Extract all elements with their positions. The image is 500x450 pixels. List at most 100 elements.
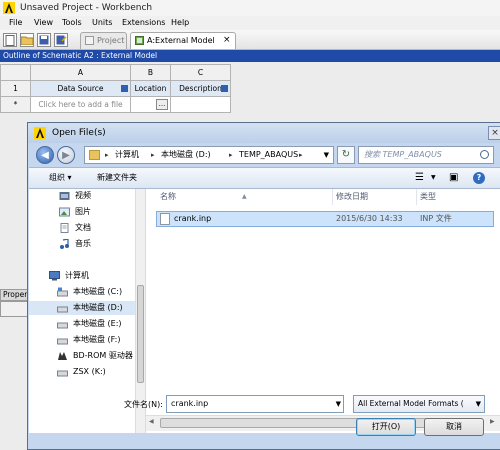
file-row[interactable]: crank.inp 2015/6/30 14:33 INP 文件 bbox=[156, 211, 494, 227]
arrow-right-icon: ▶ bbox=[62, 149, 70, 161]
file-type-filter-select[interactable]: All External Model Formats ( ▼ bbox=[353, 395, 485, 413]
menubar: File View Tools Units Extensions Help bbox=[0, 16, 500, 30]
file-name: crank.inp bbox=[174, 214, 212, 223]
nav-item-drive-d[interactable]: 本地磁盘 (D:) bbox=[29, 301, 135, 315]
refresh-icon: ↻ bbox=[341, 149, 351, 160]
tab-project[interactable]: Project bbox=[80, 32, 127, 49]
toolbar: Project A:External Model × bbox=[0, 30, 500, 50]
video-icon bbox=[59, 192, 70, 200]
forward-button[interactable]: ▶ bbox=[57, 146, 75, 164]
window-title: Unsaved Project - Workbench bbox=[20, 3, 153, 13]
chevron-right-icon[interactable]: ▸ bbox=[229, 147, 233, 163]
description-cell[interactable] bbox=[170, 96, 231, 113]
ansys-logo-icon bbox=[34, 127, 46, 139]
scroll-right-icon[interactable]: ▶ bbox=[490, 418, 495, 425]
menu-view[interactable]: View bbox=[34, 16, 53, 30]
menu-units[interactable]: Units bbox=[92, 16, 112, 30]
open-project-button[interactable] bbox=[20, 33, 34, 47]
description-header[interactable]: Description bbox=[170, 80, 231, 97]
location-header[interactable]: Location bbox=[130, 80, 171, 97]
drive-icon bbox=[57, 322, 68, 329]
chevron-right-icon[interactable]: ▸ bbox=[151, 147, 155, 163]
documents-icon bbox=[60, 223, 69, 233]
new-project-button[interactable] bbox=[3, 33, 17, 47]
preview-pane-icon[interactable]: ▣ bbox=[449, 168, 458, 188]
save-as-icon bbox=[56, 35, 67, 45]
open-button[interactable]: 打开(O) bbox=[356, 418, 416, 436]
chevron-down-icon[interactable]: ▼ bbox=[324, 147, 329, 163]
music-icon bbox=[60, 239, 69, 249]
menu-extensions[interactable]: Extensions bbox=[122, 16, 165, 30]
cancel-button[interactable]: 取消 bbox=[424, 418, 484, 436]
filter-dropdown-icon[interactable] bbox=[221, 85, 228, 92]
window-titlebar: Unsaved Project - Workbench bbox=[0, 0, 500, 16]
outline-table: A B C 1 Data Source Location Description… bbox=[0, 64, 231, 113]
dialog-close-button[interactable]: × bbox=[488, 126, 500, 140]
chevron-right-icon[interactable]: ▸ bbox=[299, 147, 303, 163]
table-row: 1 Data Source Location Description bbox=[0, 80, 231, 97]
pictures-icon bbox=[59, 207, 70, 217]
row-number: 1 bbox=[0, 80, 31, 97]
chevron-down-icon[interactable]: ▼ bbox=[431, 168, 436, 188]
scroll-left-icon[interactable]: ◀ bbox=[149, 418, 154, 425]
column-header-type[interactable]: 类型 bbox=[420, 189, 436, 205]
address-row: ◀ ▶ ▸ 计算机 ▸ 本地磁盘 (D:) ▸ TEMP_ABAQUS ▸ ▼ … bbox=[28, 143, 500, 167]
column-divider[interactable] bbox=[332, 189, 333, 205]
help-icon[interactable]: ? bbox=[473, 172, 485, 184]
drive-icon bbox=[57, 370, 68, 377]
browse-button[interactable]: ... bbox=[156, 99, 168, 110]
column-header-modified[interactable]: 修改日期 bbox=[336, 189, 368, 205]
outline-panel-title: Outline of Schematic A2 : External Model bbox=[0, 50, 500, 62]
project-icon bbox=[85, 36, 94, 45]
external-model-icon bbox=[135, 36, 144, 45]
search-input[interactable]: 搜索 TEMP_ABAQUS bbox=[358, 146, 494, 164]
navigation-scroll-thumb[interactable] bbox=[137, 285, 144, 383]
file-type: INP 文件 bbox=[420, 214, 452, 223]
chevron-down-icon[interactable]: ▼ bbox=[476, 396, 481, 412]
file-modified: 2015/6/30 14:33 bbox=[336, 214, 403, 223]
address-bar[interactable]: ▸ 计算机 ▸ 本地磁盘 (D:) ▸ TEMP_ABAQUS ▸ ▼ bbox=[84, 146, 334, 164]
back-button[interactable]: ◀ bbox=[36, 146, 54, 164]
save-as-button[interactable] bbox=[54, 33, 68, 47]
ansys-logo-icon bbox=[3, 2, 15, 14]
view-options-icon[interactable]: ☰ bbox=[415, 168, 424, 188]
open-file-dialog: Open File(s) × ◀ ▶ ▸ 计算机 ▸ 本地磁盘 (D:) ▸ T… bbox=[27, 122, 500, 450]
column-letter-c[interactable]: C bbox=[170, 64, 231, 81]
folder-icon bbox=[89, 150, 100, 160]
filter-dropdown-icon[interactable] bbox=[121, 85, 128, 92]
dialog-title: Open File(s) bbox=[52, 128, 106, 138]
column-letter-b[interactable]: B bbox=[130, 64, 171, 81]
new-row-marker: * bbox=[0, 96, 31, 113]
sort-ascending-icon: ▲ bbox=[242, 193, 247, 200]
file-icon bbox=[160, 213, 170, 225]
corner-cell bbox=[0, 64, 31, 81]
save-button[interactable] bbox=[37, 33, 51, 47]
arrow-left-icon: ◀ bbox=[41, 149, 49, 161]
breadcrumb-drive-d[interactable]: 本地磁盘 (D:) bbox=[161, 147, 211, 163]
tab-close-icon[interactable]: × bbox=[223, 33, 231, 48]
column-header-name[interactable]: 名称 bbox=[160, 189, 176, 205]
refresh-button[interactable]: ↻ bbox=[337, 146, 355, 164]
breadcrumb-computer[interactable]: 计算机 bbox=[115, 147, 139, 163]
tab-external-model[interactable]: A:External Model × bbox=[130, 32, 236, 49]
chevron-down-icon[interactable]: ▼ bbox=[336, 396, 341, 412]
menu-tools[interactable]: Tools bbox=[62, 16, 82, 30]
breadcrumb-temp-abaqus[interactable]: TEMP_ABAQUS bbox=[239, 147, 298, 163]
organize-menu[interactable]: 组织 ▾ bbox=[49, 168, 72, 188]
column-divider[interactable] bbox=[416, 189, 417, 205]
filename-input[interactable]: crank.inp ▼ bbox=[166, 395, 344, 413]
menu-help[interactable]: Help bbox=[171, 16, 189, 30]
chevron-right-icon[interactable]: ▸ bbox=[105, 147, 109, 163]
data-source-header[interactable]: Data Source bbox=[30, 80, 131, 97]
column-letter-a[interactable]: A bbox=[30, 64, 131, 81]
menu-file[interactable]: File bbox=[9, 16, 22, 30]
add-file-cell[interactable]: Click here to add a file bbox=[30, 96, 131, 113]
drive-icon bbox=[57, 287, 68, 297]
dialog-titlebar: Open File(s) × bbox=[28, 123, 500, 143]
drive-icon bbox=[57, 306, 68, 313]
optical-drive-icon bbox=[58, 352, 67, 360]
location-cell[interactable]: ... bbox=[130, 96, 171, 113]
new-folder-button[interactable]: 新建文件夹 bbox=[97, 168, 137, 188]
search-icon bbox=[480, 150, 489, 159]
save-icon bbox=[39, 35, 49, 45]
